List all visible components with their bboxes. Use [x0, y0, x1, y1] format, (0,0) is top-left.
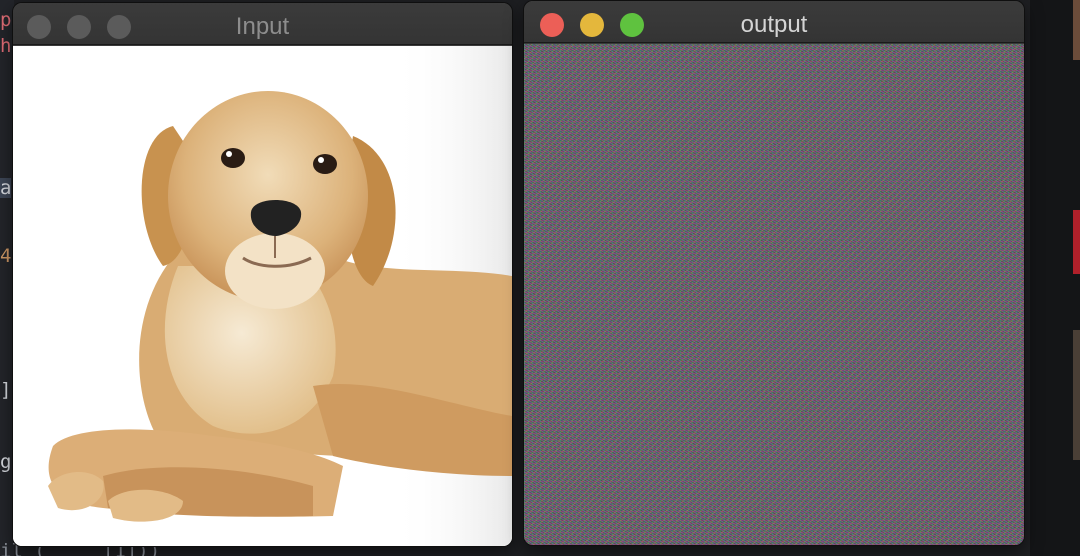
window-titlebar[interactable]: output: [524, 1, 1024, 43]
editor-code-fragment: 4: [0, 245, 12, 267]
window-title: output: [740, 11, 808, 38]
puppy-image: [13, 46, 512, 546]
background-thumbnail: [1073, 330, 1080, 460]
editor-code-fragment: h: [0, 35, 12, 57]
input-image: [13, 46, 512, 546]
output-noise-image: [524, 44, 1024, 545]
window-titlebar[interactable]: Input: [13, 3, 512, 45]
input-window: Input: [13, 3, 512, 546]
background-thumbnail: [1073, 0, 1080, 60]
output-window: output: [524, 1, 1024, 545]
background-app-panel: [1030, 0, 1080, 556]
background-thumbnail: [1073, 210, 1080, 274]
editor-code-fragment: ]: [0, 379, 12, 401]
editor-code-fragment: g: [0, 451, 12, 473]
window-title: Input: [235, 13, 290, 40]
editor-code-fragment: p: [0, 9, 12, 31]
editor-code-fragment: a: [0, 177, 12, 199]
